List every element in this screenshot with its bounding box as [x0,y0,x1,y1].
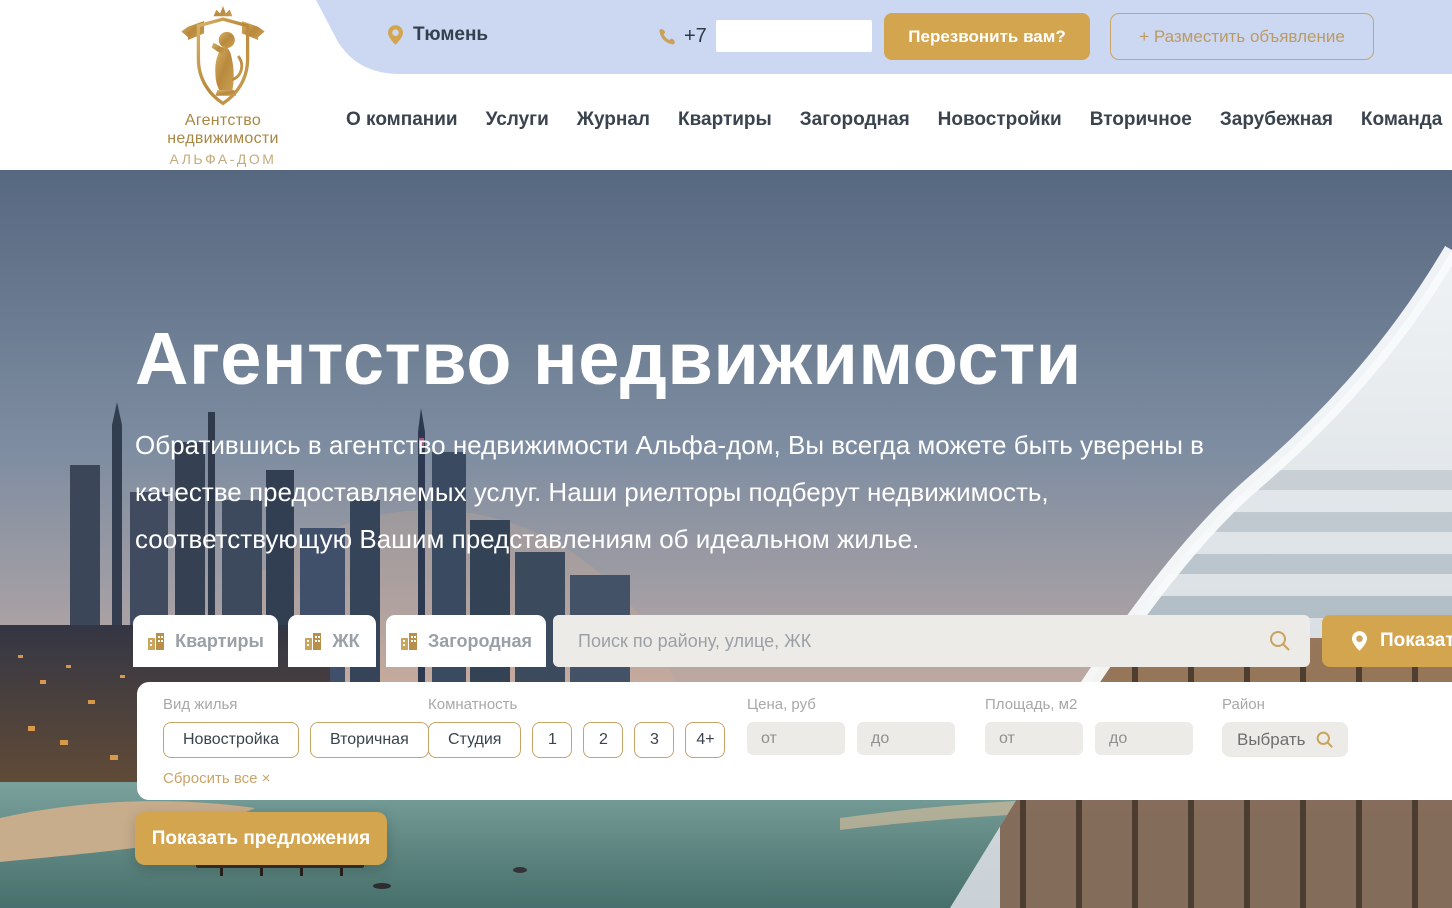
logo-crest-icon [175,4,271,110]
district-select-label: Выбрать [1237,730,1305,750]
filter-group-housing-type: Вид жилья Новостройка Вторичная [163,696,429,758]
tab-label: ЖК [332,631,359,652]
post-ad-button[interactable]: + Разместить объявление [1110,13,1374,60]
logo-title: Агентство недвижимости [128,112,318,148]
nav-item-about[interactable]: О компании [346,109,458,131]
map-pin-icon [1352,631,1367,651]
logo[interactable]: Агентство недвижимости АЛЬФА-ДОМ [128,4,318,167]
filter-label: Комнатность [428,696,725,713]
filter-panel: Вид жилья Новостройка Вторичная Комнатно… [137,682,1452,800]
price-to-input[interactable] [857,722,955,755]
hero-title: Агентство недвижимости [135,316,1082,401]
area-to-input[interactable] [1095,722,1193,755]
city-label: Тюмень [413,24,488,46]
search-tab-complexes[interactable]: ЖК [288,615,376,667]
post-ad-button-label: + Разместить объявление [1139,27,1345,47]
show-offers-button[interactable]: Показать предложения [135,812,387,865]
reset-filters-link[interactable]: Сбросить все × [163,770,270,787]
building-icon [304,632,322,650]
filter-chip-newbuilding[interactable]: Новостройка [163,722,299,758]
filter-label: Цена, руб [747,696,955,713]
hero-section: Агентство недвижимости Обратившись в аге… [0,170,1452,908]
callback-button-label: Перезвонить вам? [908,27,1065,47]
site-header: Агентство недвижимости АЛЬФА-ДОМ Тюмень … [0,0,1452,170]
filter-group-district: Район Выбрать [1222,696,1348,757]
filter-group-area: Площадь, м2 [985,696,1193,755]
area-search-input[interactable] [553,615,1310,667]
location-pin-icon [388,25,403,45]
district-select-button[interactable]: Выбрать [1222,722,1348,757]
phone-input[interactable] [716,20,872,52]
nav-item-newbuildings[interactable]: Новостройки [938,109,1062,131]
nav-item-journal[interactable]: Журнал [577,109,650,131]
tab-label: Квартиры [175,631,264,652]
phone-prefix: +7 [684,25,707,48]
price-from-input[interactable] [747,722,845,755]
nav-item-services[interactable]: Услуги [486,109,549,131]
logo-subtitle: АЛЬФА-ДОМ [128,151,318,167]
filter-group-rooms: Комнатность Студия 1 2 3 4+ [428,696,725,758]
phone-group: +7 [658,20,872,52]
filter-chip-rooms-2[interactable]: 2 [583,722,623,758]
building-icon [400,632,418,650]
filter-label: Вид жилья [163,696,429,713]
search-field-wrap [553,615,1310,667]
building-icon [147,632,165,650]
main-nav: О компании Услуги Журнал Квартиры Загоро… [346,109,1442,131]
search-icon[interactable] [1269,630,1290,651]
tab-label: Загородная [428,631,532,652]
nav-item-country[interactable]: Загородная [800,109,910,131]
page: Агентство недвижимости АЛЬФА-ДОМ Тюмень … [0,0,1452,908]
filter-label: Район [1222,696,1348,713]
nav-item-apartments[interactable]: Квартиры [678,109,772,131]
area-from-input[interactable] [985,722,1083,755]
filter-chip-rooms-4plus[interactable]: 4+ [685,722,725,758]
hero-description: Обратившись в агентство недвижимости Аль… [135,422,1265,563]
show-button-label: Показать [1380,630,1452,652]
nav-item-team[interactable]: Команда [1361,109,1442,131]
filter-chip-rooms-3[interactable]: 3 [634,722,674,758]
search-tab-country[interactable]: Загородная [386,615,546,667]
phone-icon [658,28,675,45]
search-icon [1316,731,1333,748]
filter-group-price: Цена, руб [747,696,955,755]
search-tab-apartments[interactable]: Квартиры [133,615,278,667]
callback-button[interactable]: Перезвонить вам? [884,13,1090,60]
nav-item-secondary[interactable]: Вторичное [1090,109,1192,131]
city-selector[interactable]: Тюмень [388,24,488,46]
filter-chip-studio[interactable]: Студия [428,722,521,758]
nav-item-foreign[interactable]: Зарубежная [1220,109,1333,131]
filter-label: Площадь, м2 [985,696,1193,713]
show-on-map-button[interactable]: Показать [1322,615,1452,667]
filter-chip-secondary[interactable]: Вторичная [310,722,429,758]
filter-chip-rooms-1[interactable]: 1 [532,722,572,758]
show-offers-label: Показать предложения [152,828,371,850]
